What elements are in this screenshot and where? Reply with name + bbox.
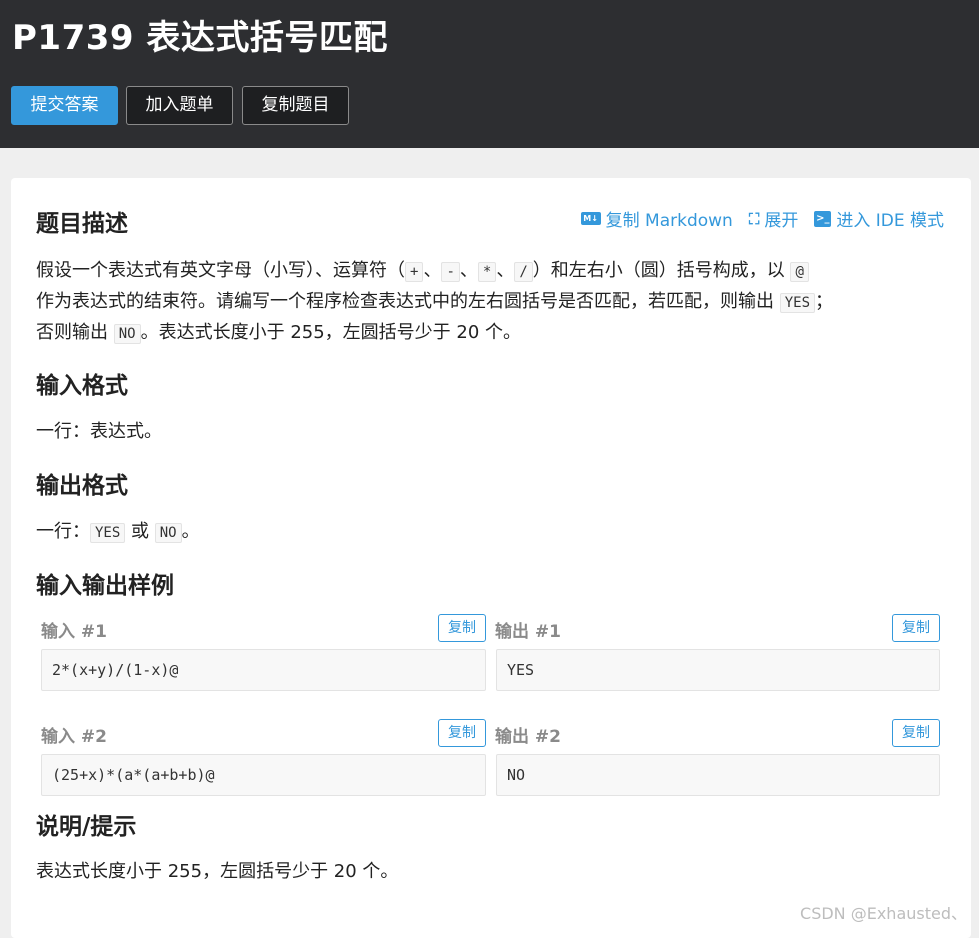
desc-text: 假设一个表达式有英文字母（小写）、运算符（ (36, 260, 405, 281)
problem-card: 题目描述 M↓ 复制 Markdown ⛶ 展开 >_ 进入 IDE 模式 假设… (11, 178, 971, 938)
page-title: P1739 表达式括号匹配 (12, 18, 388, 58)
output-yes-code: YES (90, 523, 126, 543)
output-no-code: NO (154, 523, 182, 543)
output-format-heading: 输出格式 (36, 473, 128, 499)
sample-input-label: 输入 #2 (41, 727, 107, 747)
desc-text: 否则输出 (36, 322, 114, 343)
copy-input-button[interactable]: 复制 (438, 719, 486, 747)
output-text: 或 (125, 521, 155, 542)
copy-markdown-link[interactable]: M↓ 复制 Markdown (580, 206, 733, 231)
hint-text: 表达式长度小于 255，左圆括号少于 20 个。 (36, 861, 399, 882)
markdown-icon: M↓ (580, 212, 601, 225)
description-heading: 题目描述 (36, 211, 128, 237)
terminal-icon: >_ (814, 210, 832, 227)
sample-output-box[interactable]: NO (496, 754, 940, 796)
hint-heading: 说明/提示 (36, 814, 137, 840)
sample-output-label: 输出 #2 (495, 727, 561, 747)
output-text: 一行： (36, 521, 90, 542)
desc-sep: 、 (459, 260, 478, 281)
desc-sep: 、 (496, 260, 515, 281)
description-line-3: 否则输出 NO 。表达式长度小于 255，左圆括号少于 20 个。 (36, 317, 946, 350)
no-code: NO (113, 324, 141, 344)
watermark: CSDN @Exhausted、 (800, 904, 967, 923)
copy-output-button[interactable]: 复制 (892, 719, 940, 747)
copy-output-button[interactable]: 复制 (892, 614, 940, 642)
sample-output-label: 输出 #1 (495, 622, 561, 642)
expand-icon: ⛶ (748, 209, 760, 228)
submit-button[interactable]: 提交答案 (11, 86, 118, 125)
yes-code: YES (779, 293, 816, 313)
desc-sep: 、 (423, 260, 442, 281)
sample-input-box[interactable]: 2*(x+y)/(1-x)@ (41, 649, 486, 691)
op-mul-code: * (477, 262, 497, 282)
sample-output-box[interactable]: YES (496, 649, 940, 691)
output-format-text: 一行： YES 或 NO。 (36, 516, 946, 549)
desc-text: ）和左右小（圆）括号构成，以 (532, 260, 791, 281)
ide-mode-link[interactable]: >_ 进入 IDE 模式 (814, 206, 944, 231)
add-to-list-button[interactable]: 加入题单 (126, 86, 233, 125)
input-format-text: 一行：表达式。 (36, 421, 162, 442)
desc-text: 。表达式长度小于 255，左圆括号少于 20 个。 (140, 322, 522, 343)
desc-text: ； (815, 291, 834, 312)
problem-header: P1739 表达式括号匹配 提交答案 加入题单 复制题目 (0, 0, 979, 148)
expand-label: 展开 (764, 211, 799, 231)
sample-input-label: 输入 #1 (41, 622, 107, 642)
output-text: 。 (181, 521, 200, 542)
ide-mode-label: 进入 IDE 模式 (836, 211, 944, 231)
samples-heading: 输入输出样例 (36, 573, 174, 599)
copy-input-button[interactable]: 复制 (438, 614, 486, 642)
sample-input-box[interactable]: (25+x)*(a*(a+b+b)@ (41, 754, 486, 796)
problem-tools: M↓ 复制 Markdown ⛶ 展开 >_ 进入 IDE 模式 (580, 206, 944, 232)
copy-problem-button[interactable]: 复制题目 (242, 86, 349, 125)
op-minus-code: - (441, 262, 460, 282)
description-line-2: 作为表达式的结束符。请编写一个程序检查表达式中的左右圆括号是否匹配，若匹配，则输… (36, 286, 946, 319)
op-plus-code: + (405, 262, 424, 282)
desc-text: 作为表达式的结束符。请编写一个程序检查表达式中的左右圆括号是否匹配，若匹配，则输… (36, 291, 780, 312)
expand-link[interactable]: ⛶ 展开 (748, 206, 799, 232)
description-line-1: 假设一个表达式有英文字母（小写）、运算符（ +、 -、 *、 / ）和左右小（圆）括号构成… (36, 255, 946, 288)
input-format-heading: 输入格式 (36, 373, 128, 399)
op-div-code: / (514, 262, 533, 282)
at-code: @ (790, 262, 809, 282)
copy-markdown-label: 复制 Markdown (605, 211, 733, 231)
